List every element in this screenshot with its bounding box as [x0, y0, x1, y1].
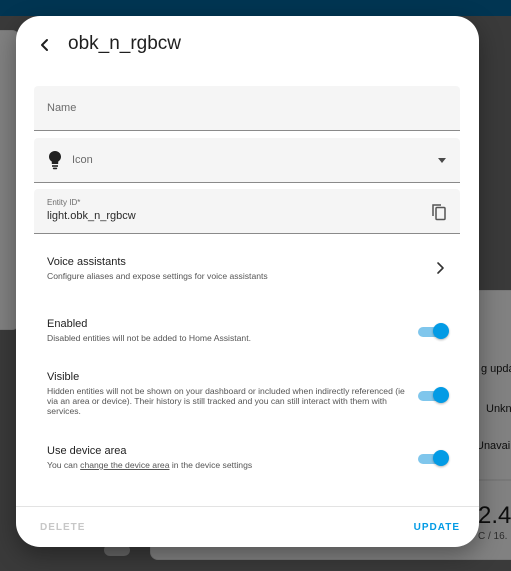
subtitle-suffix: in the device settings: [169, 460, 253, 470]
dialog-header: obk_n_rgbcw: [16, 16, 479, 74]
enabled-row: Enabled Disabled entities will not be ad…: [47, 318, 407, 343]
back-button[interactable]: [32, 32, 58, 58]
icon-picker[interactable]: Icon: [34, 138, 460, 183]
dialog-footer: DELETE UPDATE: [16, 506, 479, 547]
visible-toggle[interactable]: [418, 387, 449, 403]
dialog-title: obk_n_rgbcw: [68, 33, 182, 54]
voice-assistants-subtitle: Configure aliases and expose settings fo…: [47, 271, 268, 281]
visible-row: Visible Hidden entities will not be show…: [47, 371, 407, 416]
chevron-right-icon[interactable]: [433, 261, 447, 275]
enabled-toggle[interactable]: [418, 323, 449, 339]
entity-id-label: Entity ID*: [47, 198, 81, 207]
entity-id-value: light.obk_n_rgbcw: [47, 210, 136, 222]
visible-subtitle: Hidden entities will not be shown on you…: [47, 386, 405, 416]
enabled-subtitle: Disabled entities will not be added to H…: [47, 333, 251, 343]
name-field-label: Name: [47, 102, 77, 114]
toggle-thumb: [433, 323, 449, 339]
voice-assistants-title: Voice assistants: [47, 256, 126, 268]
icon-field-label: Icon: [72, 154, 93, 166]
name-field[interactable]: Name: [34, 86, 460, 131]
visible-title: Visible: [47, 371, 80, 383]
delete-button[interactable]: DELETE: [40, 522, 85, 533]
lightbulb-icon: [49, 151, 61, 170]
copy-icon[interactable]: [431, 203, 447, 221]
toggle-thumb: [433, 450, 449, 466]
use-device-area-toggle[interactable]: [418, 450, 449, 466]
enabled-title: Enabled: [47, 318, 88, 330]
chevron-left-icon: [41, 39, 48, 51]
dropdown-caret-icon[interactable]: [438, 158, 446, 163]
change-device-area-link[interactable]: change the device area: [80, 460, 169, 470]
subtitle-prefix: You can: [47, 460, 81, 470]
voice-assistants-row[interactable]: Voice assistants Configure aliases and e…: [47, 256, 457, 281]
entity-settings-dialog: obk_n_rgbcw Name Icon Entity ID* light.o…: [16, 16, 479, 547]
use-device-area-subtitle: You can change the device area in the de…: [47, 460, 407, 470]
use-device-area-title: Use device area: [47, 445, 127, 457]
use-device-area-row: Use device area You can change the devic…: [47, 445, 407, 470]
toggle-thumb: [433, 387, 449, 403]
entity-id-field[interactable]: Entity ID* light.obk_n_rgbcw: [34, 189, 460, 234]
update-button[interactable]: UPDATE: [414, 522, 460, 533]
